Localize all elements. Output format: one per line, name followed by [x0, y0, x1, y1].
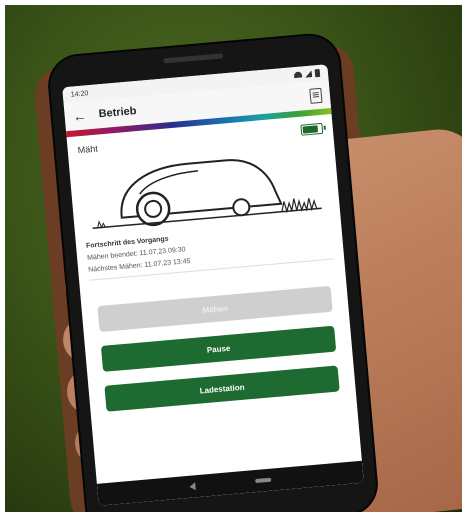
- signal-icon: [305, 70, 313, 78]
- action-buttons: Mähen Pause Ladestation: [80, 264, 356, 413]
- mower-mode-label: Mäht: [77, 143, 99, 155]
- nav-back-icon[interactable]: [189, 482, 196, 491]
- status-icons: [293, 68, 321, 79]
- dock-button[interactable]: Ladestation: [104, 365, 340, 412]
- smartphone: 14:20 ← Betrieb Mäht Fortschritt des Vor…: [47, 33, 379, 512]
- earpiece-speaker: [163, 53, 224, 64]
- status-time: 14:20: [70, 89, 89, 99]
- nav-home-icon[interactable]: [255, 477, 272, 484]
- pause-button[interactable]: Pause: [100, 325, 337, 372]
- wifi-icon: [293, 71, 303, 79]
- arrow-left-icon[interactable]: ←: [72, 107, 87, 124]
- phone-screen: 14:20 ← Betrieb Mäht Fortschritt des Vor…: [62, 64, 364, 506]
- android-nav-bar: [96, 460, 364, 506]
- battery-icon: [314, 68, 321, 78]
- battery-level-indicator: [300, 122, 324, 136]
- mow-button[interactable]: Mähen: [97, 285, 333, 333]
- photo-background: 14:20 ← Betrieb Mäht Fortschritt des Vor…: [5, 5, 462, 512]
- document-icon[interactable]: [309, 87, 323, 104]
- battery-level-fill: [302, 125, 319, 134]
